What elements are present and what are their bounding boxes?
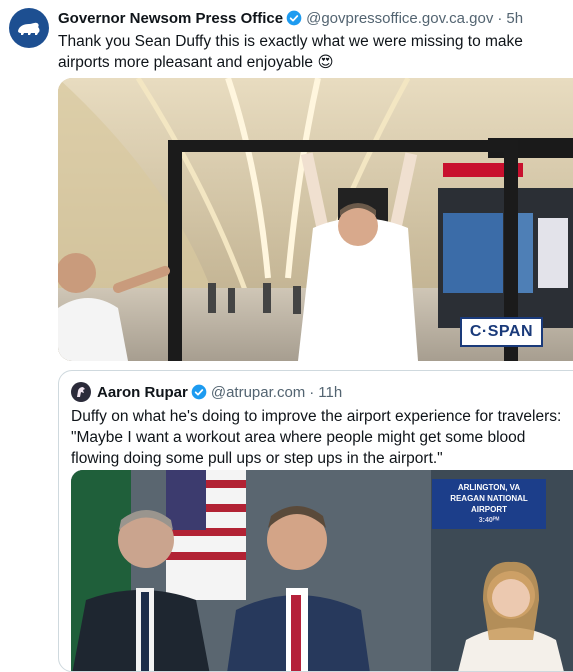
tweet-header: Governor Newsom Press Office @govpressof… bbox=[58, 8, 523, 28]
cspan-watermark: C·SPAN bbox=[459, 317, 543, 347]
quoted-tweet-card[interactable]: Aaron Rupar @atrupar.com · 11h Duffy on … bbox=[58, 370, 573, 672]
location-line2: REAGAN NATIONAL AIRPORT bbox=[450, 494, 528, 514]
quoted-author-handle[interactable]: @atrupar.com bbox=[211, 384, 305, 401]
location-time: 3:40ᴾᴹ bbox=[478, 517, 500, 524]
timestamp[interactable]: 5h bbox=[506, 10, 523, 27]
quoted-verified-badge-icon bbox=[191, 384, 207, 400]
quoted-author-name[interactable]: Aaron Rupar bbox=[97, 384, 188, 401]
quoted-tweet-text: Duffy on what he's doing to improve the … bbox=[71, 408, 562, 467]
author-handle[interactable]: @govpressoffice.gov.ca.gov bbox=[306, 10, 493, 27]
quoted-tweet-header: Aaron Rupar @atrupar.com · 11h bbox=[71, 382, 342, 402]
bear-logo-icon bbox=[18, 22, 40, 35]
horse-avatar-icon bbox=[77, 387, 85, 397]
verified-badge-icon bbox=[286, 10, 302, 26]
location-line1: ARLINGTON, VA bbox=[457, 483, 521, 492]
author-avatar[interactable] bbox=[9, 8, 49, 48]
tweet-media-image[interactable]: C·SPAN bbox=[58, 78, 573, 361]
quoted-tweet-media-image[interactable]: ARLINGTON, VA REAGAN NATIONAL AIRPORT 3:… bbox=[71, 470, 573, 671]
author-name[interactable]: Governor Newsom Press Office bbox=[58, 10, 283, 27]
quoted-timestamp[interactable]: 11h bbox=[318, 384, 342, 401]
quoted-separator: · bbox=[309, 383, 315, 401]
separator: · bbox=[497, 9, 503, 27]
location-caption: ARLINGTON, VA REAGAN NATIONAL AIRPORT 3:… bbox=[432, 479, 546, 529]
quoted-author-avatar[interactable] bbox=[71, 382, 91, 402]
tweet-text: Thank you Sean Duffy this is exactly wha… bbox=[58, 33, 523, 71]
